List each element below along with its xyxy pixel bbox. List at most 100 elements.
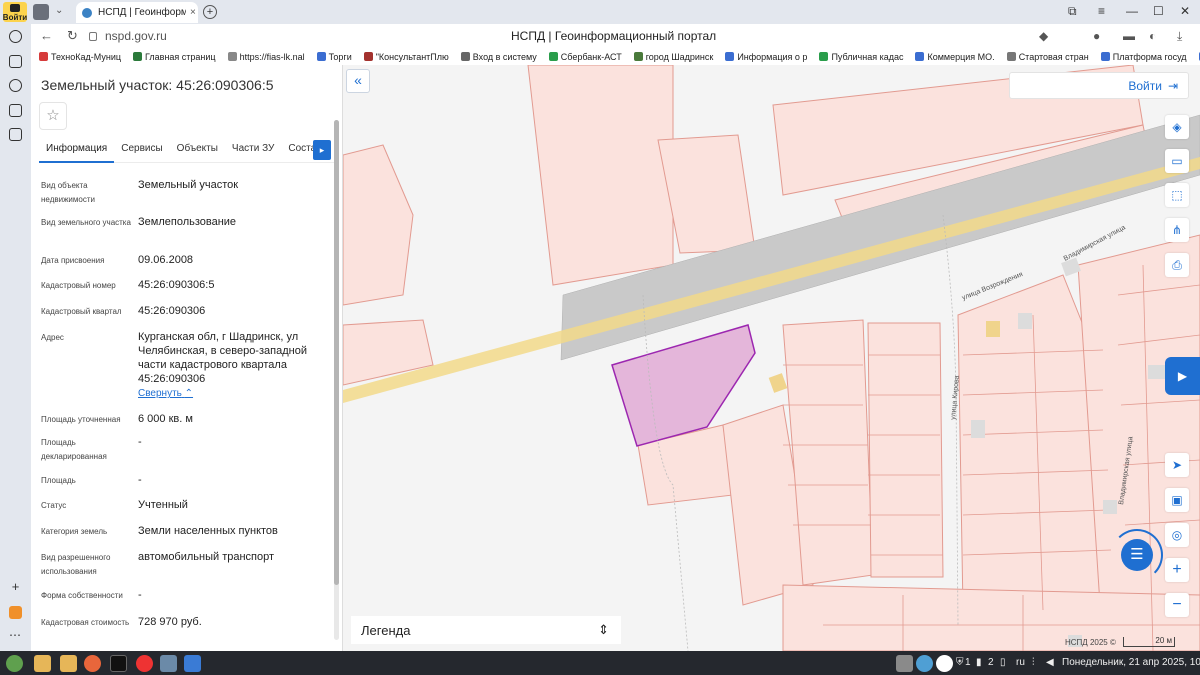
tab-objects[interactable]: Объекты xyxy=(170,137,225,163)
bookmark-favicon-icon xyxy=(725,52,735,61)
network-icon[interactable]: ⫶ xyxy=(1032,657,1035,668)
bookmark-favicon-icon xyxy=(227,52,237,61)
panel-title: Земельный участок: 45:26:090306:5 xyxy=(41,77,274,93)
bookmark-item[interactable]: Публичная кадас xyxy=(819,52,903,62)
screenshot-icon[interactable] xyxy=(9,128,22,141)
volume-icon[interactable]: ◀ xyxy=(1046,657,1054,668)
mail-icon[interactable] xyxy=(184,655,201,672)
bookmark-item[interactable]: Стартовая стран xyxy=(1006,52,1089,62)
more-icon[interactable]: ⋯ xyxy=(9,629,22,644)
mint-menu-icon[interactable] xyxy=(6,655,23,672)
close-tab-icon[interactable]: × xyxy=(190,7,196,18)
yandex-browser-icon[interactable] xyxy=(136,655,153,672)
menu-icon[interactable]: ≡ xyxy=(1098,4,1105,18)
download-icon[interactable]: ⤓ xyxy=(1177,29,1182,44)
bookmark-item[interactable]: город Шадринск xyxy=(633,52,713,62)
monitor-icon[interactable]: ▮ xyxy=(976,657,982,668)
tray-icon[interactable] xyxy=(896,655,913,672)
tab-services[interactable]: Сервисы xyxy=(114,137,169,163)
bookmark-item[interactable]: ТехноКад-Муниц xyxy=(39,52,121,62)
bookmark-favicon-icon xyxy=(133,52,143,61)
panel-scrollbar[interactable] xyxy=(334,120,339,640)
chevron-down-icon[interactable]: ⌄ xyxy=(55,5,63,16)
copy-icon[interactable]: ⧉ xyxy=(1068,4,1077,19)
workspace-2[interactable]: 2 xyxy=(988,657,994,668)
keyboard-layout[interactable]: ru xyxy=(1016,657,1025,668)
add-icon[interactable]: + xyxy=(9,580,22,595)
site-favicon-icon xyxy=(82,7,92,18)
files-icon[interactable] xyxy=(60,655,77,672)
tray-app-icon[interactable] xyxy=(936,655,953,672)
browser-tab[interactable]: НСПД | Геоинформационный портал × xyxy=(76,2,198,23)
map-view[interactable]: улица Возрождения Владимирская улица ули… xyxy=(343,65,1200,651)
bookmark-item[interactable]: Вход в систему xyxy=(460,52,537,62)
zoom-out-icon[interactable]: − xyxy=(1165,593,1189,617)
basemap-icon[interactable]: ▣ xyxy=(1165,488,1189,512)
reload-icon[interactable]: ↻ xyxy=(67,28,78,44)
print-icon[interactable]: ⎙ xyxy=(1165,253,1189,277)
collapse-panel-button[interactable]: « xyxy=(346,69,370,93)
new-tab-button[interactable]: + xyxy=(203,5,217,19)
layers-icon[interactable]: ◈ xyxy=(1165,115,1189,139)
history-icon[interactable] xyxy=(9,30,22,43)
bookmark-item[interactable]: Коммерция МО. xyxy=(915,52,995,62)
play-icon[interactable] xyxy=(9,79,22,92)
bookmark-icon[interactable]: ◆ xyxy=(1039,29,1048,43)
chat-icon[interactable]: ☰ xyxy=(1121,539,1153,571)
collapse-link[interactable]: Свернуть ⌃ xyxy=(138,388,193,399)
bookmark-item[interactable]: Торги xyxy=(316,52,352,62)
zoom-in-icon[interactable]: + xyxy=(1165,558,1189,582)
bookmark-item[interactable]: https://fias-lk.nal xyxy=(227,52,305,62)
folder-icon[interactable] xyxy=(34,655,51,672)
battery-icon[interactable]: ▯ xyxy=(1000,657,1006,668)
ruler-icon[interactable]: ▭ xyxy=(1165,149,1189,173)
page-title: НСПД | Геоинформационный портал xyxy=(511,29,717,43)
parcel[interactable] xyxy=(867,322,944,578)
scrollbar-thumb[interactable] xyxy=(334,120,339,585)
workspace-1[interactable]: 1 xyxy=(965,657,971,668)
close-window-icon[interactable]: ✕ xyxy=(1180,4,1190,18)
profile-icon[interactable]: ◐ xyxy=(1149,29,1156,43)
bookmark-item[interactable]: Главная страниц xyxy=(133,52,216,62)
bookmark-favicon-icon xyxy=(39,52,48,61)
tray-sync-icon[interactable] xyxy=(916,655,933,672)
parcel[interactable] xyxy=(343,144,414,306)
tab-info[interactable]: Информация xyxy=(39,137,115,163)
terminal-icon[interactable] xyxy=(110,655,127,672)
lock-icon xyxy=(89,31,97,41)
minimize-icon[interactable]: — xyxy=(1126,4,1138,18)
share-icon[interactable]: ⋔ xyxy=(1165,218,1189,242)
search-location-icon[interactable]: ◎ xyxy=(1165,523,1189,547)
address-bar: ← ↻ nspd.gov.ru НСПД | Геоинформационный… xyxy=(31,24,1200,48)
select-area-icon[interactable]: ⬚ xyxy=(1165,183,1189,207)
locate-icon[interactable]: ➤ xyxy=(1165,453,1189,477)
firefox-icon[interactable] xyxy=(84,655,101,672)
back-icon[interactable]: ← xyxy=(40,28,53,43)
bookmark-item[interactable]: "КонсультантПлю xyxy=(363,52,449,62)
number-one-icon[interactable] xyxy=(9,104,22,117)
reader-icon[interactable]: ▬ xyxy=(1123,29,1135,43)
collections-icon[interactable] xyxy=(9,55,22,68)
extension-icon[interactable]: ● xyxy=(1093,29,1100,43)
tab-title: НСПД | Геоинформационный портал xyxy=(98,7,186,18)
window-icon[interactable] xyxy=(160,655,177,672)
favorite-star-button[interactable]: ☆ xyxy=(39,102,67,130)
side-app-button[interactable]: ▶ xyxy=(1165,357,1200,395)
yandex-login-button[interactable]: Войти xyxy=(3,2,27,22)
clock[interactable]: Понедельник, 21 апр 2025, 10:00 xyxy=(1062,657,1200,668)
shield-icon[interactable]: ⛨ xyxy=(956,657,964,668)
tab-parts[interactable]: Части ЗУ xyxy=(225,137,281,163)
bookmark-item[interactable]: Сбербанк-АСТ xyxy=(548,52,622,62)
bookmark-item[interactable]: Платформа госуд xyxy=(1100,52,1187,62)
login-button[interactable]: Войти ⇥ xyxy=(1009,72,1189,99)
app-icon[interactable] xyxy=(9,606,22,619)
tabs-scroll-right-button[interactable]: ▸ xyxy=(313,140,331,160)
legend-dropdown[interactable]: Легенда ⇕ xyxy=(351,616,621,644)
tab-group-icon[interactable] xyxy=(33,4,49,20)
cadastral-map[interactable]: улица Возрождения Владимирская улица ули… xyxy=(343,65,1200,651)
login-icon: ⇥ xyxy=(1167,78,1178,93)
maximize-icon[interactable]: ☐ xyxy=(1153,4,1164,18)
parcel[interactable] xyxy=(527,65,674,286)
bookmark-favicon-icon xyxy=(1006,52,1016,61)
bookmark-item[interactable]: Информация о р xyxy=(725,52,807,62)
